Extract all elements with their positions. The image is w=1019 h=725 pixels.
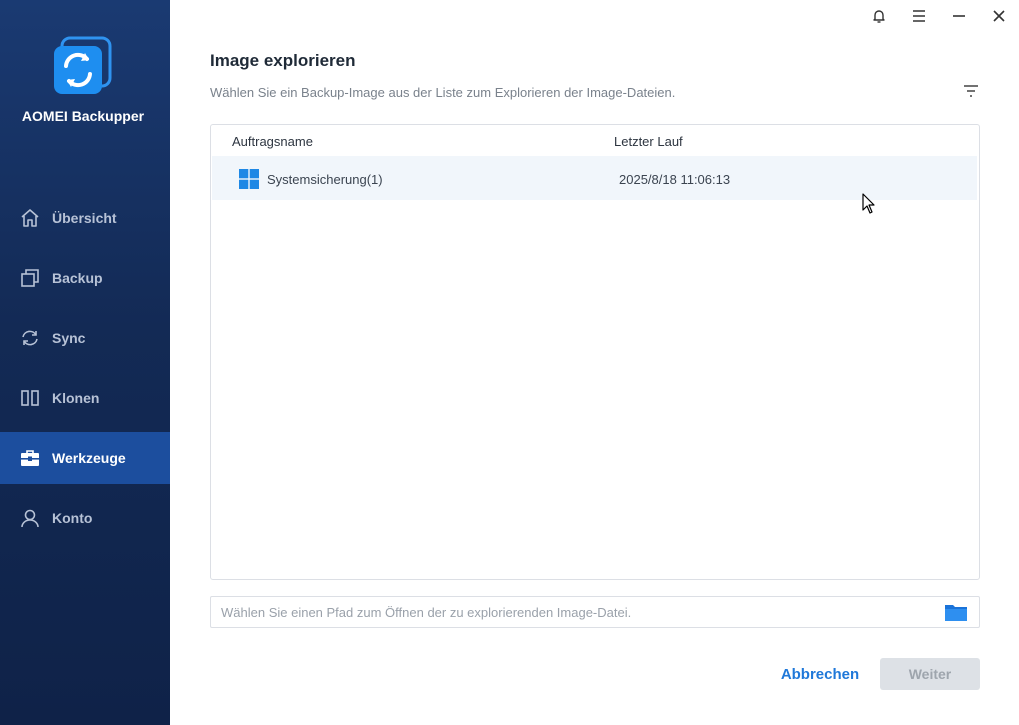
sidebar-item-label: Backup: [52, 270, 103, 286]
sidebar: AOMEI Backupper Übersicht Backup Sync Kl…: [0, 0, 170, 725]
sync-icon: [20, 328, 40, 348]
sidebar-item-label: Werkzeuge: [52, 450, 126, 466]
sidebar-item-label: Sync: [52, 330, 86, 346]
sidebar-item-klonen[interactable]: Klonen: [0, 372, 170, 424]
menu-button[interactable]: [908, 8, 930, 28]
folder-icon: [944, 605, 968, 626]
column-header-last-run[interactable]: Letzter Lauf: [614, 134, 683, 149]
windows-icon: [239, 169, 259, 189]
sidebar-item-label: Konto: [52, 510, 93, 526]
row-name: Systemsicherung(1): [267, 172, 383, 187]
filter-icon: [962, 85, 980, 103]
column-header-name[interactable]: Auftragsname: [232, 134, 313, 149]
page-title: Image explorieren: [210, 51, 356, 70]
sidebar-item-konto[interactable]: Konto: [0, 492, 170, 544]
close-button[interactable]: [988, 8, 1010, 28]
browse-button[interactable]: [944, 602, 968, 622]
sidebar-item-label: Klonen: [52, 390, 100, 406]
path-field: [210, 596, 980, 628]
sidebar-item-werkzeuge[interactable]: Werkzeuge: [0, 432, 170, 484]
bell-icon: [871, 8, 887, 29]
minimize-icon: [952, 9, 966, 28]
row-last-run: 2025/8/18 11:06:13: [619, 172, 731, 187]
backup-icon: [20, 268, 40, 288]
page-subtitle: Wählen Sie ein Backup-Image aus der List…: [210, 85, 676, 100]
menu-icon: [912, 9, 926, 28]
path-input[interactable]: [221, 601, 931, 623]
minimize-button[interactable]: [948, 8, 970, 28]
toolbox-icon: [20, 448, 40, 468]
user-icon: [20, 508, 40, 528]
notifications-button[interactable]: [868, 8, 890, 28]
home-icon: [20, 208, 40, 228]
sidebar-item-uebersicht[interactable]: Übersicht: [0, 192, 170, 244]
clone-icon: [20, 388, 40, 408]
filter-button[interactable]: [962, 83, 980, 99]
app-logo: [52, 36, 114, 98]
app-name: AOMEI Backupper: [21, 108, 145, 124]
sidebar-item-backup[interactable]: Backup: [0, 252, 170, 304]
sidebar-item-sync[interactable]: Sync: [0, 312, 170, 364]
mouse-cursor-icon: [862, 193, 876, 215]
close-icon: [992, 9, 1006, 28]
sidebar-item-label: Übersicht: [52, 210, 117, 226]
next-button[interactable]: Weiter: [880, 658, 980, 690]
cancel-button[interactable]: Abbrechen: [770, 658, 870, 690]
